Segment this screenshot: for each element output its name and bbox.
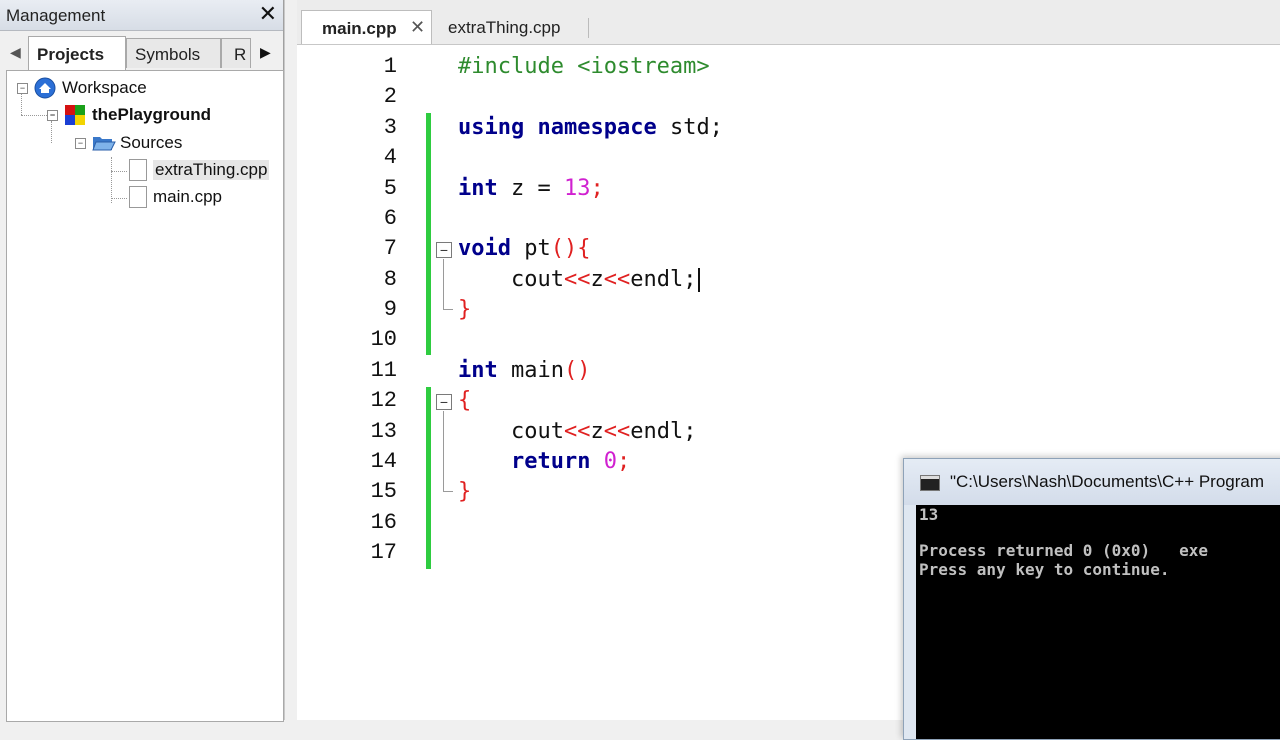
tree-item-project[interactable]: − thePlayground [47,104,211,126]
tree-line [111,157,112,203]
scroll-left-icon[interactable]: ◀ [10,44,21,61]
console-line: Press any key to continue. [919,560,1170,579]
tree-item-workspace[interactable]: − Workspace [17,77,147,99]
tree-item-sources[interactable]: − Sources [75,132,182,154]
tab-separator [588,18,589,38]
project-icon [64,104,86,126]
scroll-right-icon[interactable]: ▶ [260,44,271,61]
line-number: 3 [383,115,397,140]
management-title-bar: Management ✕ [0,0,283,31]
code-line: return 0; [458,449,631,474]
fold-line [443,411,444,491]
code-line: } [458,479,472,504]
line-number: 9 [383,297,397,322]
project-tree: − Workspace − thePlayground − Sources ex… [6,70,284,722]
console-line: Process returned 0 (0x0) exe [919,541,1208,560]
tree-label: main.cpp [153,187,222,206]
line-number: 4 [383,145,397,170]
line-number-gutter: 1 2 3 4 5 6 7 8 9 10 11 12 13 14 15 16 1… [297,45,427,720]
tab-main-cpp[interactable]: main.cpp ✕ [301,10,432,44]
tree-label: extraThing.cpp [153,160,270,180]
collapse-icon[interactable]: − [17,82,28,94]
console-output[interactable]: 13 Process returned 0 (0x0) exe Press an… [916,505,1280,739]
line-number: 10 [370,327,397,352]
code-line: int main() [458,358,591,383]
code-line: int z = 13; [458,176,604,201]
fold-collapse-icon[interactable]: − [436,242,452,258]
panel-splitter[interactable] [284,0,298,720]
line-number: 13 [370,419,397,444]
console-window[interactable]: "C:\Users\Nash\Documents\C++ Program 13 … [903,458,1280,740]
tab-extrathing-cpp[interactable]: extraThing.cpp [428,10,588,44]
line-number: 11 [370,358,397,383]
console-icon [920,475,940,491]
management-panel: Management ✕ ◀ Projects Symbols R ▶ − Wo… [0,0,284,722]
code-line: cout<<z<<endl; [458,267,701,292]
code-line: cout<<z<<endl; [458,419,697,444]
tab-projects[interactable]: Projects [28,36,126,70]
change-marker [426,113,431,355]
text-caret [698,268,701,292]
code-line: using namespace std; [458,115,723,140]
management-title: Management [6,6,106,25]
line-number: 16 [370,510,397,535]
tree-label: thePlayground [92,105,212,124]
file-icon [129,159,147,181]
tree-line [111,198,127,199]
code-line: void pt(){ [458,236,591,261]
editor-tabs: main.cpp ✕ extraThing.cpp [297,0,1280,45]
tree-item-file[interactable]: main.cpp [129,186,222,208]
line-number: 8 [383,267,397,292]
workspace-icon [34,77,56,99]
collapse-icon[interactable]: − [75,137,86,149]
tree-line [111,171,127,172]
code-line: #include <iostream> [458,54,710,79]
close-icon[interactable]: ✕ [259,3,277,25]
line-number: 5 [383,176,397,201]
tab-symbols[interactable]: Symbols [126,38,221,68]
file-icon [129,186,147,208]
fold-end [443,309,453,310]
tab-resources[interactable]: R [221,38,251,68]
code-line: } [458,297,472,322]
change-marker [426,387,431,569]
fold-line [443,259,444,309]
management-tabs: ◀ Projects Symbols R ▶ [0,36,283,70]
console-title: "C:\Users\Nash\Documents\C++ Program [950,472,1265,491]
fold-end [443,491,453,492]
line-number: 6 [383,206,397,231]
line-number: 15 [370,479,397,504]
line-number: 1 [383,54,397,79]
line-number: 14 [370,449,397,474]
line-number: 12 [370,388,397,413]
tree-item-file[interactable]: extraThing.cpp [129,159,270,181]
fold-collapse-icon[interactable]: − [436,394,452,410]
tree-line [21,115,47,116]
tree-label: Workspace [62,78,147,97]
console-title-bar[interactable]: "C:\Users\Nash\Documents\C++ Program [904,459,1280,505]
line-number: 2 [383,84,397,109]
close-icon[interactable]: ✕ [410,17,425,38]
collapse-icon[interactable]: − [47,109,58,121]
console-line: 13 [919,505,939,524]
folder-open-icon [92,132,116,154]
line-number: 7 [383,236,397,261]
line-number: 17 [370,540,397,565]
code-line: { [458,388,472,413]
tree-label: Sources [120,133,183,152]
